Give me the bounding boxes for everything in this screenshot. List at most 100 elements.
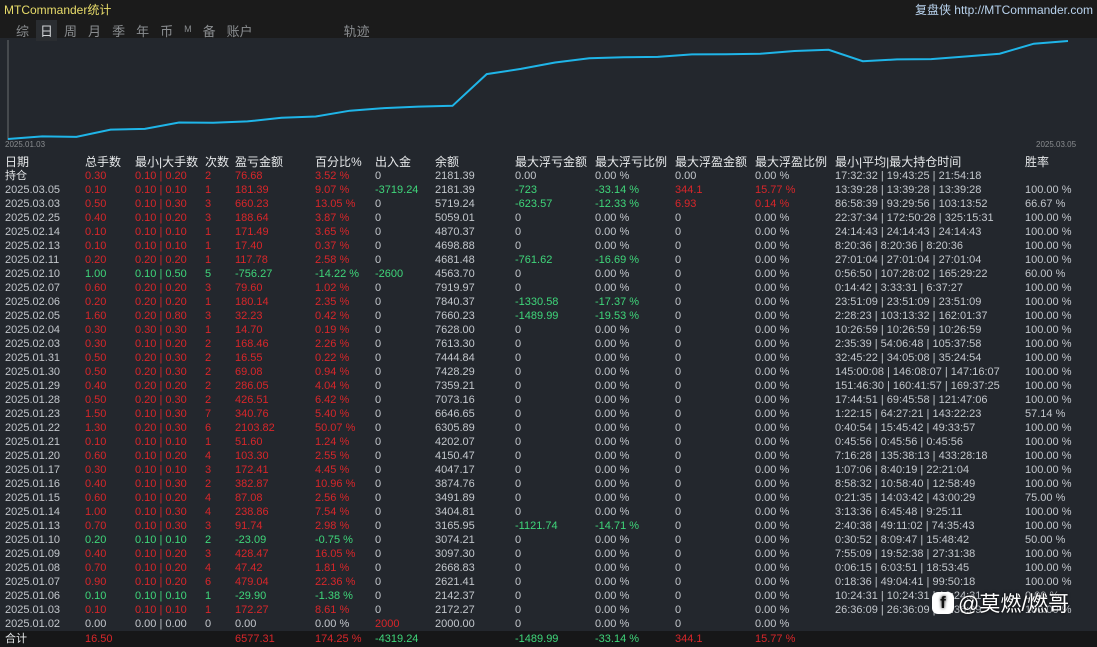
column-header-pnl[interactable]: 盈亏金额 bbox=[235, 155, 283, 169]
cell-pnl: 0.00 bbox=[235, 618, 257, 630]
cell-win-rate: 100.00 % bbox=[1025, 394, 1072, 406]
table-row: 2025.01.28 0.50 0.20 | 0.30 2 426.51 6.42 % 0 7… bbox=[0, 393, 1097, 407]
cell-max-float-profit-pct: 0.00 % bbox=[755, 338, 790, 350]
cell-pnl: 16.55 bbox=[235, 352, 263, 364]
brand-link[interactable]: 复盘侠 http://MTCommander.com bbox=[915, 1, 1093, 18]
cell-max-float-loss: 0 bbox=[515, 492, 522, 504]
cell-max-float-loss-pct: 0.00 % bbox=[595, 268, 630, 280]
cell-date: 2025.01.28 bbox=[5, 394, 61, 406]
column-header-max-float-loss[interactable]: 最大浮亏金额 bbox=[515, 155, 587, 169]
cell-max-float-loss-pct: 0.00 % bbox=[595, 226, 630, 238]
cell-deposit-withdraw: 0 bbox=[375, 590, 382, 602]
table-row: 2025.01.02 0.00 0.00 | 0.00 0 0.00 0.00 % 2000… bbox=[0, 617, 1097, 631]
cell-total-lots: 0.40 bbox=[85, 380, 107, 392]
cell-max-float-profit: 0 bbox=[675, 394, 682, 406]
cell-max-float-profit-pct: 0.00 % bbox=[755, 548, 790, 560]
cell-max-float-profit-pct: 0.00 % bbox=[755, 562, 790, 574]
cell-trade-count: 4 bbox=[205, 562, 212, 574]
table-row: 2025.01.09 0.40 0.10 | 0.20 3 428.47 16.05 % 0… bbox=[0, 547, 1097, 561]
cell-max-float-loss-pct: 0.00 % bbox=[595, 394, 630, 406]
cell-min-max-lots: 0.10 | 0.20 bbox=[135, 576, 187, 588]
cell-percent: 0.22 % bbox=[315, 352, 350, 364]
cell-max-float-profit: 0 bbox=[675, 408, 682, 420]
cell-date: 2025.03.05 bbox=[5, 184, 61, 196]
cell-pnl: 426.51 bbox=[235, 394, 269, 406]
cell-balance: 7628.00 bbox=[435, 324, 475, 336]
cell-percent: 22.36 % bbox=[315, 576, 356, 588]
cell-hold-time: 0:56:50 | 107:28:02 | 165:29:22 bbox=[835, 268, 988, 280]
cell-max-float-loss: 0 bbox=[515, 422, 522, 434]
cell-win-rate: 100.00 % bbox=[1025, 310, 1072, 322]
column-header-max-float-profit[interactable]: 最大浮盈金额 bbox=[675, 155, 747, 169]
cell-trade-count: 4 bbox=[205, 450, 212, 462]
cell-max-float-profit: 0.00 bbox=[675, 170, 697, 182]
column-header-max-float-profit-pct[interactable]: 最大浮盈比例 bbox=[755, 155, 827, 169]
cell-max-float-loss: -1121.74 bbox=[515, 520, 558, 532]
column-header-trade-count[interactable]: 次数 bbox=[205, 155, 229, 169]
cell-total-lots: 0.50 bbox=[85, 198, 107, 210]
cell-min-max-lots: 0.20 | 0.80 bbox=[135, 310, 187, 322]
cell-max-float-loss: 0 bbox=[515, 436, 522, 448]
cell-max-float-profit: 0 bbox=[675, 604, 682, 616]
cell-trade-count: 3 bbox=[205, 520, 212, 532]
cell-percent: -0.75 % bbox=[315, 534, 353, 546]
cell-hold-time: 2:28:23 | 103:13:32 | 162:01:37 bbox=[835, 310, 988, 322]
cell-deposit-withdraw: 0 bbox=[375, 534, 382, 546]
cell-balance: 3404.81 bbox=[435, 506, 475, 518]
cell-deposit-withdraw: -2600 bbox=[375, 268, 404, 280]
cell-date: 2025.02.05 bbox=[5, 310, 61, 322]
cell-balance: 2181.39 bbox=[435, 170, 475, 182]
column-header-deposit-withdraw[interactable]: 出入金 bbox=[375, 155, 411, 169]
watermark: f @莫燃/燃哥 bbox=[932, 588, 1069, 618]
cell-pnl: 340.76 bbox=[235, 408, 269, 420]
column-header-hold-time[interactable]: 最小|平均|最大持仓时间 bbox=[835, 155, 961, 169]
cell-max-float-profit: 0 bbox=[675, 352, 682, 364]
cell-deposit-withdraw: 0 bbox=[375, 310, 382, 322]
column-header-win-rate[interactable]: 胜率 bbox=[1025, 155, 1049, 169]
cell-pnl: -756.27 bbox=[235, 268, 273, 280]
cell-deposit-withdraw: 0 bbox=[375, 450, 382, 462]
table-row: 2025.01.14 1.00 0.10 | 0.30 4 238.86 7.54 % 0 3… bbox=[0, 505, 1097, 519]
cell-max-float-profit-pct: 0.00 % bbox=[755, 380, 790, 392]
column-header-total-lots[interactable]: 总手数 bbox=[85, 155, 121, 169]
cell-percent: 0.94 % bbox=[315, 366, 350, 378]
cell-deposit-withdraw: 0 bbox=[375, 338, 382, 350]
cell-max-float-profit: 0 bbox=[675, 450, 682, 462]
cell-min-max-lots: 0.10 | 0.10 bbox=[135, 534, 187, 546]
column-header-max-float-loss-pct[interactable]: 最大浮亏比例 bbox=[595, 155, 667, 169]
cell-max-float-profit: 0 bbox=[675, 562, 682, 574]
cell-total-lots: 0.30 bbox=[85, 338, 107, 350]
cell-date: 2025.02.06 bbox=[5, 296, 61, 308]
cell-max-float-loss-pct: 0.00 % bbox=[595, 450, 630, 462]
cell-date: 2025.02.03 bbox=[5, 338, 61, 350]
column-header-date[interactable]: 日期 bbox=[5, 155, 29, 169]
cell-max-float-profit-pct: 15.77 % bbox=[755, 184, 796, 196]
cell-trade-count: 1 bbox=[205, 226, 212, 238]
cell-date: 2025.02.25 bbox=[5, 212, 61, 224]
cell-percent: 4.45 % bbox=[315, 464, 350, 476]
cell-pnl: 87.08 bbox=[235, 492, 263, 504]
cell-max-float-loss-pct: 0.00 % bbox=[595, 352, 630, 364]
cell-trade-count: 1 bbox=[205, 436, 212, 448]
column-header-min-max-lots[interactable]: 最小|大手数 bbox=[135, 155, 198, 169]
cell-max-float-profit-pct: 0.00 % bbox=[755, 170, 790, 182]
cell-win-rate: 66.67 % bbox=[1025, 198, 1066, 210]
column-header-balance[interactable]: 余额 bbox=[435, 155, 459, 169]
cell-deposit-withdraw: 0 bbox=[375, 254, 382, 266]
table-row: 2025.02.25 0.40 0.10 | 0.20 3 188.64 3.87 % 0 5… bbox=[0, 211, 1097, 225]
cell-min-max-lots: 0.20 | 0.20 bbox=[135, 296, 187, 308]
cell-max-float-profit: 0 bbox=[675, 212, 682, 224]
cell-balance: 6305.89 bbox=[435, 422, 475, 434]
cell-max-float-loss-pct: 0.00 % bbox=[595, 366, 630, 378]
column-header-percent[interactable]: 百分比% bbox=[315, 155, 362, 169]
cell-min-max-lots: 0.10 | 0.20 bbox=[135, 212, 187, 224]
cell-min-max-lots: 0.20 | 0.30 bbox=[135, 352, 187, 364]
cell-trade-count: 2 bbox=[205, 478, 212, 490]
cell-max-float-profit-pct: 0.00 % bbox=[755, 506, 790, 518]
cell-max-float-loss: 0 bbox=[515, 282, 522, 294]
holding-row: 持仓 0.30 0.10 | 0.20 2 76.68 3.52 % 0 2181.39 0.0… bbox=[0, 169, 1097, 183]
table-row: 2025.02.03 0.30 0.10 | 0.20 2 168.46 2.26 % 0 7… bbox=[0, 337, 1097, 351]
cell-max-float-loss-pct: 0.00 % bbox=[595, 212, 630, 224]
cell-deposit-withdraw: 0 bbox=[375, 380, 382, 392]
cell-date: 2025.01.07 bbox=[5, 576, 61, 588]
